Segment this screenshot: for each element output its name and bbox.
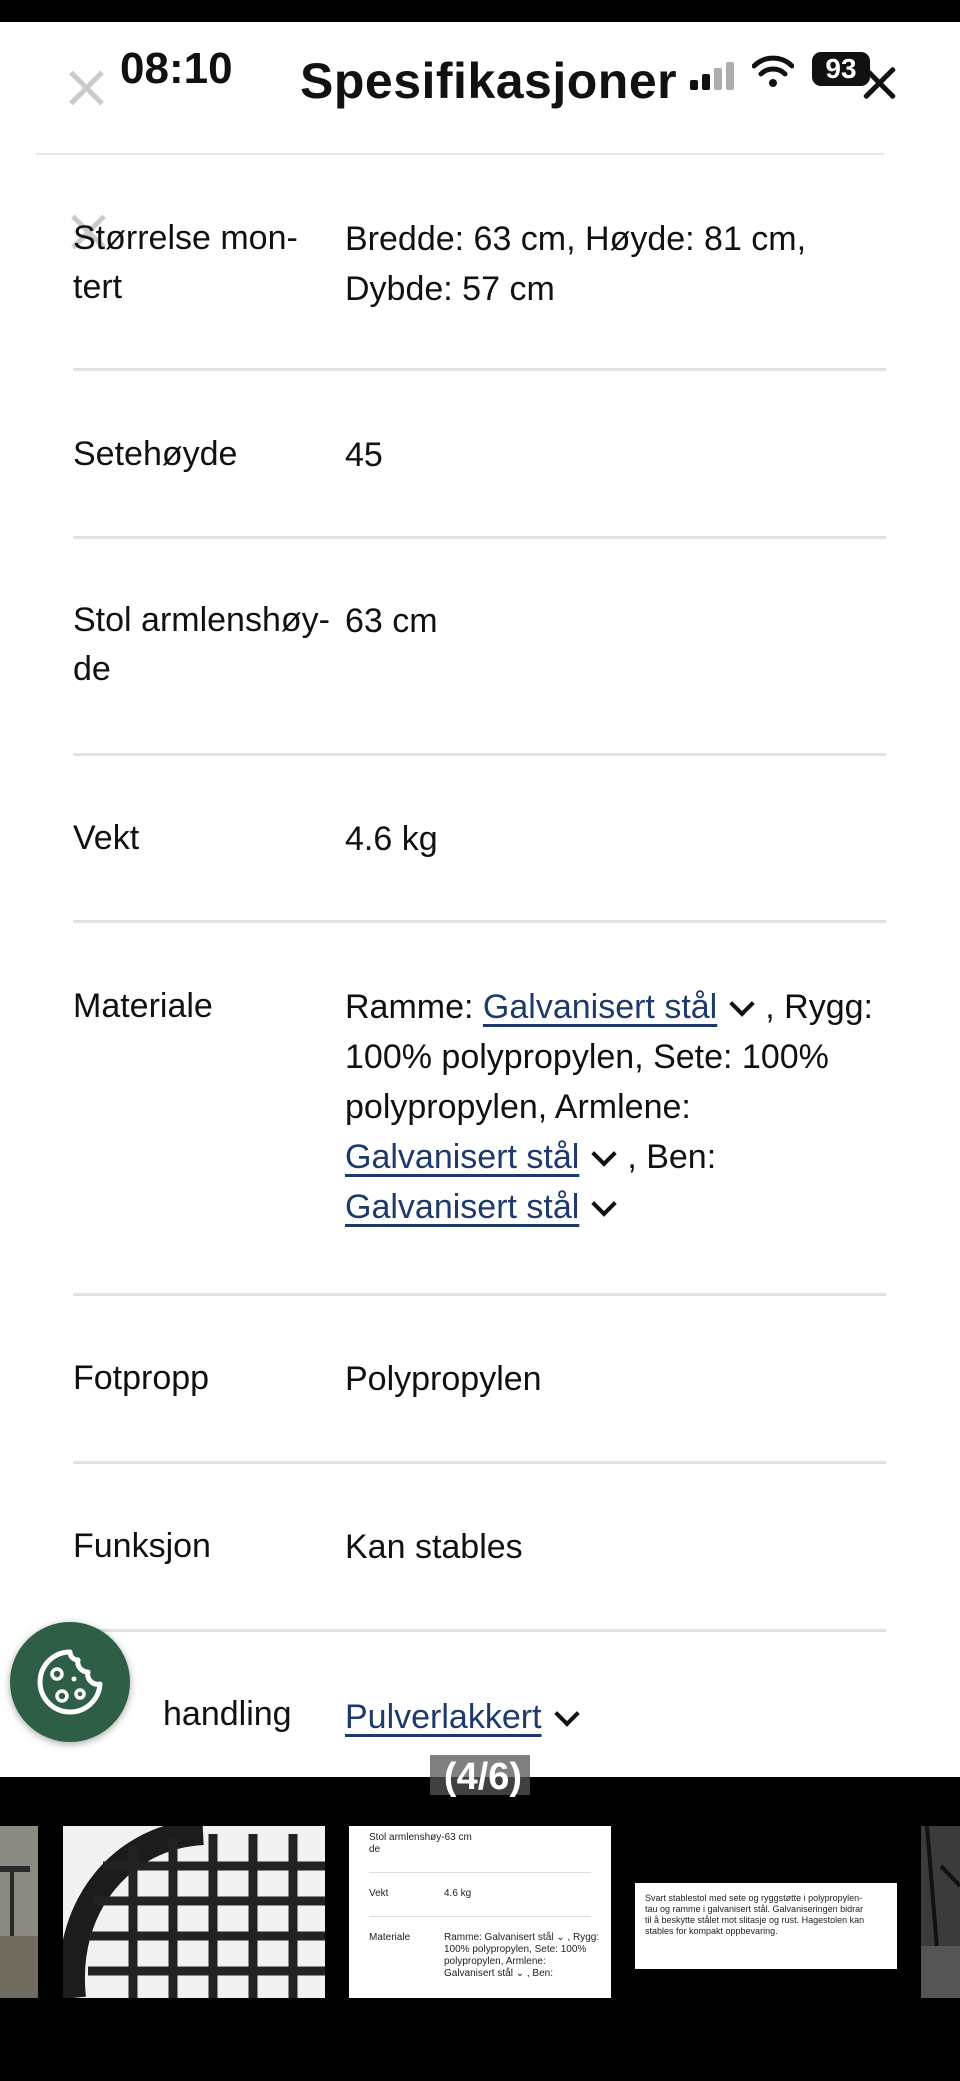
chair-photo-image [0,1826,38,1998]
material-frame-link[interactable]: Galvanisert stål [483,988,717,1026]
status-time: 08:10 [120,44,233,93]
chevron-down-icon[interactable] [729,991,755,1017]
thumb-text-line: 4.6 kg [444,1888,472,1899]
top-black-bar [0,0,960,22]
material-text: , Ben: [627,1138,717,1176]
thumb-text-line: Galvanisert stål ⌄ , Ben: [444,1968,553,1979]
cookie-settings-button[interactable] [10,1622,130,1742]
gallery-thumbnail-2[interactable] [63,1826,325,1998]
ghost-close-icon [64,66,108,110]
woven-seat-image [63,1826,325,1998]
thumb-text-line: Materiale [369,1932,411,1943]
thumb-description-card: Svart stablestol med sete og ryggstøtte … [635,1883,897,1969]
spec-value: 63 cm [345,602,438,640]
thumb-description-text: Svart stablestol med sete og ryggstøtte … [645,1893,890,1937]
thumb-text-line: stables for kompakt oppbevaring. [645,1926,778,1936]
spec-label-line: Størrelse mon- [73,219,298,257]
material-text: Ramme: [345,988,483,1026]
gallery-thumbnail-4[interactable]: Svart stablestol med sete og ryggstøtte … [635,1826,897,1998]
spec-label: Størrelse mon- tert [73,214,343,312]
spec-value: 45 [345,436,383,474]
spec-row-size: Størrelse mon- tert Bredde: 63 cm, Høyde… [73,214,886,314]
spec-label: Stol armlenshøy- de [73,596,343,694]
spec-value: 4.6 kg [345,820,438,858]
spec-label: Vekt [73,819,140,857]
chair-photo-image [921,1826,960,1998]
spec-value: Ramme: Galvanisert stål , Rygg: 100% poly… [345,982,890,1232]
material-legs-link[interactable]: Galvanisert stål [345,1188,579,1226]
spec-label: Fotpropp [73,1359,210,1397]
gallery-thumbnail-3[interactable]: Stol armlenshøy-63 cm de Vekt 4.6 kg Mat… [349,1826,611,1998]
thumb-text-line: de [369,1844,381,1855]
cookie-icon [37,1649,103,1715]
spec-label-line: tert [73,268,123,306]
spec-value: Pulverlakkert [345,1692,890,1742]
spec-label: Funksjon [73,1527,211,1565]
close-icon[interactable] [862,66,896,100]
spec-label: Setehøyde [73,435,238,473]
thumb-text-line: Svart stablestol med sete og ryggstøtte … [645,1893,863,1903]
chevron-down-icon[interactable] [591,1141,618,1167]
gallery-thumbnail-5[interactable] [921,1826,960,1998]
thumb-spec-text: Ramme: Galvanisert stål ⌄ , Rygg: 100% p… [444,1932,604,1980]
material-text: polypropylen, Armlene: [345,1088,691,1126]
spec-value: Bredde: 63 cm, Høyde: 81 cm, Dybde: 57 c… [345,214,890,314]
wifi-icon [752,55,794,87]
gallery-counter: (4/6) [443,1756,523,1798]
spec-label-line: Stol armlenshøy- [73,601,330,639]
material-text: , Rygg: [765,988,873,1026]
spec-label: Materiale [73,987,213,1025]
gallery-thumbnail-1[interactable] [0,1826,38,1998]
treatment-link[interactable]: Pulverlakkert [345,1698,542,1736]
row-divider [73,1293,886,1296]
signal-icon [690,62,738,90]
spec-value: Polypropylen [345,1360,542,1398]
thumb-text-line: til å beskytte stålet mot slitasje og ru… [645,1915,865,1925]
thumb-text-line: polypropylen, Armlene: [444,1956,546,1967]
thumb-text-line: tau og ramme i galvanisert stål. Galvani… [645,1904,864,1914]
thumb-text-line: Stol armlenshøy-63 cm [369,1832,472,1843]
spec-label-line: de [73,650,111,688]
spec-value: Kan stables [345,1528,523,1566]
material-text: 100% polypropylen, Sete: 100% [345,1038,829,1076]
chevron-down-icon[interactable] [553,1701,580,1727]
row-divider [73,536,886,539]
material-armrest-link[interactable]: Galvanisert stål [345,1138,579,1176]
row-divider [73,920,886,923]
row-divider [73,1629,886,1632]
thumb-divider [369,1916,591,1917]
thumb-divider [369,1872,591,1873]
header-divider [36,153,884,155]
spec-value-line: Dybde: 57 cm [345,270,555,308]
row-divider [73,1461,886,1464]
page-title: Spesifikasjoner [300,53,678,109]
thumb-spec-text: Stol armlenshøy-63 cm de [369,1832,472,1856]
row-divider [73,753,886,756]
spec-value-line: Bredde: 63 cm, Høyde: 81 cm, [345,220,807,258]
chevron-down-icon[interactable] [591,1191,618,1217]
thumb-text-line: Vekt [369,1888,389,1899]
row-divider [73,368,886,371]
thumb-text-line: 100% polypropylen, Sete: 100% [444,1944,587,1955]
thumb-text-line: Ramme: Galvanisert stål ⌄ , Rygg: [444,1932,600,1943]
